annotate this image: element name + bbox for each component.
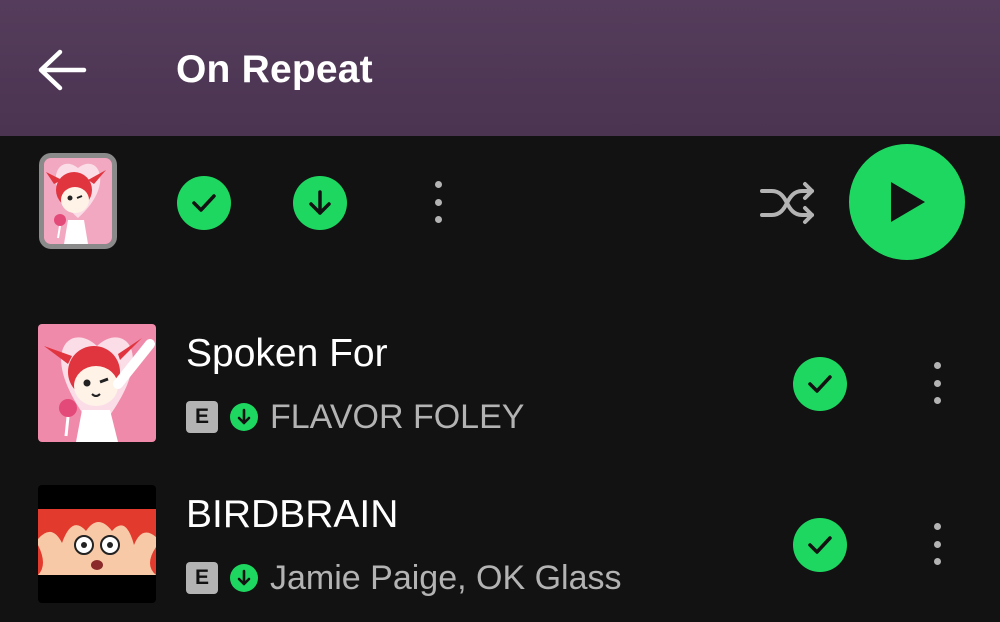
shuffle-button[interactable] [754,176,820,230]
back-button[interactable] [32,40,92,100]
track-row[interactable]: BIRDBRAIN E Jamie Paige, OK Glass [0,472,1000,612]
track-row[interactable]: Spoken For E FLAVOR FOLEY [0,311,1000,451]
track-subtitle: E FLAVOR FOLEY [186,400,524,434]
explicit-badge: E [186,562,218,594]
playlist-actions-bar [0,136,1000,270]
track-more-button[interactable] [931,362,943,404]
track-artist: Jamie Paige, OK Glass [270,559,622,597]
track-title: BIRDBRAIN [186,493,399,536]
liked-button[interactable] [793,357,847,411]
play-button[interactable] [849,144,965,260]
track-title: Spoken For [186,332,388,375]
liked-button[interactable] [793,518,847,572]
page-title: On Repeat [176,48,373,91]
track-artwork [38,485,156,603]
shuffle-icon [760,182,814,224]
back-arrow-icon [38,49,87,91]
album-art-image [38,324,156,442]
play-icon [891,182,925,222]
downloaded-button[interactable] [293,176,347,230]
more-vertical-icon [434,181,442,188]
track-subtitle: E Jamie Paige, OK Glass [186,561,621,595]
playlist-cover[interactable] [39,153,117,249]
downloaded-icon [230,564,258,592]
more-options-button[interactable] [432,181,444,223]
top-bar: On Repeat [0,0,1000,136]
album-art-image [38,485,156,603]
downloaded-icon [230,403,258,431]
explicit-badge: E [186,401,218,433]
track-artist: FLAVOR FOLEY [270,398,525,436]
download-arrow-icon [309,190,331,215]
more-vertical-icon [933,362,941,369]
track-artwork [38,324,156,442]
cover-art-image [44,158,112,244]
check-icon [808,536,832,554]
check-icon [192,194,216,212]
check-icon [808,375,832,393]
added-to-library-button[interactable] [177,176,231,230]
track-more-button[interactable] [931,523,943,565]
more-vertical-icon [933,523,941,530]
